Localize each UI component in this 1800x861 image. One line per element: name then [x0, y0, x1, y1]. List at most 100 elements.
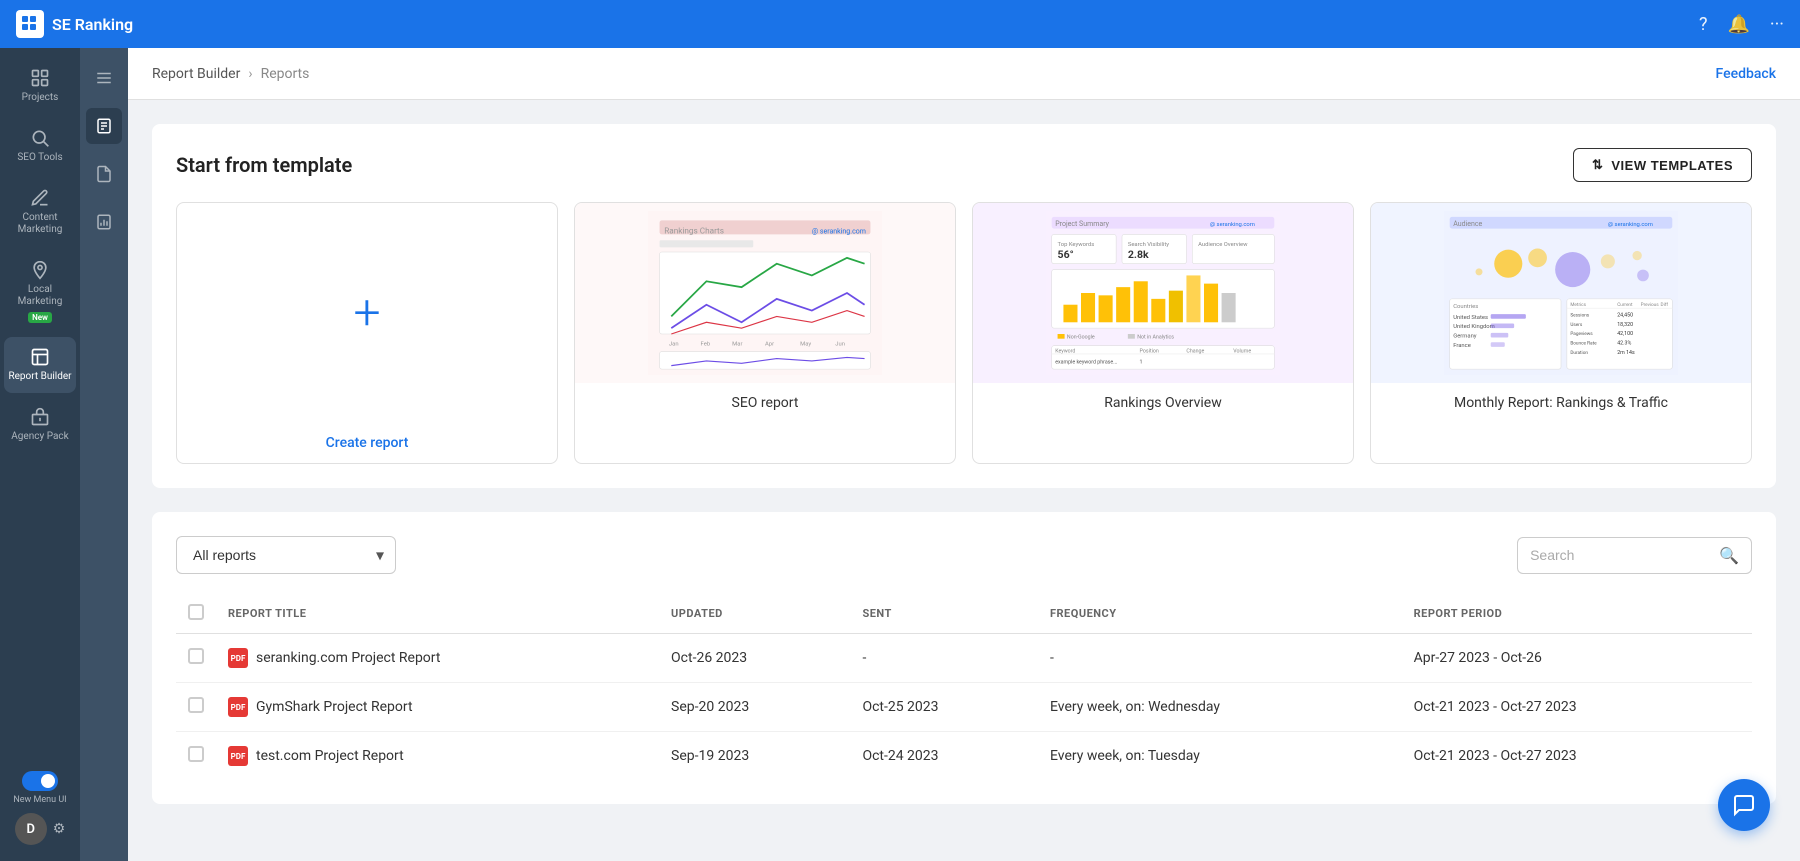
table-row: PDF GymShark Project Report Sep-20 2023 …: [176, 683, 1752, 732]
svg-text:@ seranking.com: @ seranking.com: [1608, 222, 1653, 228]
view-templates-label: VIEW TEMPLATES: [1611, 158, 1733, 173]
svg-text:24,450: 24,450: [1617, 312, 1633, 318]
row3-title-cell: PDF test.com Project Report: [216, 732, 659, 781]
user-avatar[interactable]: D: [15, 813, 47, 845]
menu-toggle-switch[interactable]: [22, 771, 58, 791]
svg-text:Pageviews: Pageviews: [1570, 331, 1593, 337]
template-card-create[interactable]: + Create report: [176, 202, 558, 464]
sidebar-item-content-marketing[interactable]: Content Marketing: [4, 178, 76, 246]
chat-button[interactable]: [1718, 779, 1770, 831]
select-all-checkbox[interactable]: [188, 604, 204, 620]
row2-title[interactable]: GymShark Project Report: [256, 699, 413, 715]
sidebar-item-agency-pack[interactable]: Agency Pack: [4, 397, 76, 453]
svg-text:@ seranking.com: @ seranking.com: [1210, 222, 1255, 228]
svg-text:Keyword: Keyword: [1055, 349, 1075, 355]
row3-checkbox[interactable]: [188, 746, 204, 762]
svg-text:Users: Users: [1570, 322, 1583, 328]
filter-dropdown[interactable]: All reports My reports Shared reports: [176, 536, 396, 574]
template-card-monthly[interactable]: Audience @ seranking.com: [1370, 202, 1752, 464]
settings-icon[interactable]: ⚙: [53, 821, 66, 837]
seo-report-label: SEO report: [575, 383, 955, 423]
sidebar-item-seo-tools[interactable]: SEO Tools: [4, 118, 76, 174]
svg-text:Change: Change: [1186, 349, 1204, 355]
view-templates-button[interactable]: ⇅ VIEW TEMPLATES: [1573, 148, 1752, 182]
table-body: PDF seranking.com Project Report Oct-26 …: [176, 634, 1752, 781]
sidebar-item-local-label: Local Marketing: [8, 284, 72, 308]
col-title: REPORT TITLE: [216, 594, 659, 634]
row2-sent: Oct-25 2023: [850, 683, 1038, 732]
svg-text:Duration: Duration: [1570, 350, 1588, 356]
monthly-label: Monthly Report: Rankings & Traffic: [1371, 383, 1751, 423]
pdf-icon: PDF: [228, 697, 248, 717]
seo-thumbnail: Rankings Charts @ seranking.com Jan: [575, 203, 955, 383]
row2-period: Oct-21 2023 - Oct-27 2023: [1402, 683, 1752, 732]
svg-text:Audience Overview: Audience Overview: [1198, 242, 1248, 248]
template-card-rankings[interactable]: Project Summary @ seranking.com Top Keyw…: [972, 202, 1354, 464]
row2-title-content: PDF GymShark Project Report: [228, 697, 647, 717]
pdf-icon: PDF: [228, 648, 248, 668]
row3-title[interactable]: test.com Project Report: [256, 748, 404, 764]
svg-text:Apr: Apr: [765, 342, 774, 348]
row2-checkbox[interactable]: [188, 697, 204, 713]
help-icon[interactable]: ?: [1699, 14, 1708, 35]
create-card-body: +: [177, 203, 557, 423]
header-checkbox-cell: [176, 594, 216, 634]
svg-text:Position: Position: [1140, 349, 1159, 355]
row1-title[interactable]: seranking.com Project Report: [256, 650, 440, 666]
row3-frequency: Every week, on: Tuesday: [1038, 732, 1402, 781]
svg-text:Previous: Previous: [1641, 302, 1660, 308]
secondary-menu-icon[interactable]: [86, 60, 122, 96]
reports-table: REPORT TITLE UPDATED SENT FREQUENCY REPO…: [176, 594, 1752, 780]
plus-icon: +: [353, 289, 380, 337]
row1-frequency: -: [1038, 634, 1402, 683]
sidebar-item-local-marketing[interactable]: Local Marketing New: [4, 250, 76, 333]
sidebar-item-agency-label: Agency Pack: [11, 431, 68, 443]
svg-text:Feb: Feb: [701, 342, 711, 348]
new-menu-label: New Menu UI: [13, 795, 66, 805]
bell-icon[interactable]: 🔔: [1727, 14, 1749, 35]
svg-text:18,320: 18,320: [1617, 322, 1633, 328]
template-title: Start from template: [176, 153, 352, 177]
search-input[interactable]: [1530, 547, 1711, 563]
pdf-icon: PDF: [228, 746, 248, 766]
sidebar-bottom: New Menu UI D ⚙: [13, 771, 66, 853]
secondary-doc-icon[interactable]: [86, 156, 122, 192]
svg-text:Project Summary: Project Summary: [1055, 219, 1109, 228]
row3-period: Oct-21 2023 - Oct-27 2023: [1402, 732, 1752, 781]
new-menu-toggle[interactable]: New Menu UI: [13, 771, 66, 805]
header-bar: Report Builder › Reports Feedback: [128, 48, 1800, 100]
table-row: PDF seranking.com Project Report Oct-26 …: [176, 634, 1752, 683]
reports-section: All reports My reports Shared reports ▾ …: [152, 512, 1776, 804]
svg-text:Countries: Countries: [1453, 304, 1478, 310]
svg-text:Germany: Germany: [1453, 334, 1477, 340]
col-updated: UPDATED: [659, 594, 850, 634]
svg-text:42.3%: 42.3%: [1617, 341, 1631, 347]
search-box: 🔍: [1517, 537, 1752, 574]
secondary-report-icon[interactable]: [86, 108, 122, 144]
row1-updated: Oct-26 2023: [659, 634, 850, 683]
row1-title-content: PDF seranking.com Project Report: [228, 648, 647, 668]
breadcrumb-parent[interactable]: Report Builder: [152, 66, 240, 82]
table-header: REPORT TITLE UPDATED SENT FREQUENCY REPO…: [176, 594, 1752, 634]
template-cards: + Create report Rankings Charts @ serank…: [176, 202, 1752, 464]
svg-text:Current: Current: [1617, 302, 1633, 308]
app-name: SE Ranking: [52, 15, 133, 34]
sidebar-item-content-label: Content Marketing: [8, 212, 72, 236]
sidebar-item-seo-label: SEO Tools: [17, 152, 62, 164]
feedback-link[interactable]: Feedback: [1716, 66, 1776, 82]
search-icon[interactable]: 🔍: [1719, 546, 1739, 565]
row1-checkbox[interactable]: [188, 648, 204, 664]
new-badge: New: [28, 312, 52, 323]
svg-text:Audience: Audience: [1453, 219, 1482, 228]
secondary-analytics-icon[interactable]: [86, 204, 122, 240]
page-content: Start from template ⇅ VIEW TEMPLATES + C…: [128, 100, 1800, 861]
sidebar-item-projects[interactable]: Projects: [4, 58, 76, 114]
app-logo[interactable]: SE Ranking: [16, 10, 133, 38]
main-content: Report Builder › Reports Feedback Start …: [128, 48, 1800, 861]
template-card-seo[interactable]: Rankings Charts @ seranking.com Jan: [574, 202, 956, 464]
more-icon[interactable]: ···: [1770, 14, 1784, 35]
sidebar-item-report-builder[interactable]: Report Builder: [4, 337, 76, 393]
svg-text:May: May: [800, 342, 811, 348]
secondary-sidebar: [80, 48, 128, 861]
svg-text:2m 14s: 2m 14s: [1617, 350, 1635, 356]
